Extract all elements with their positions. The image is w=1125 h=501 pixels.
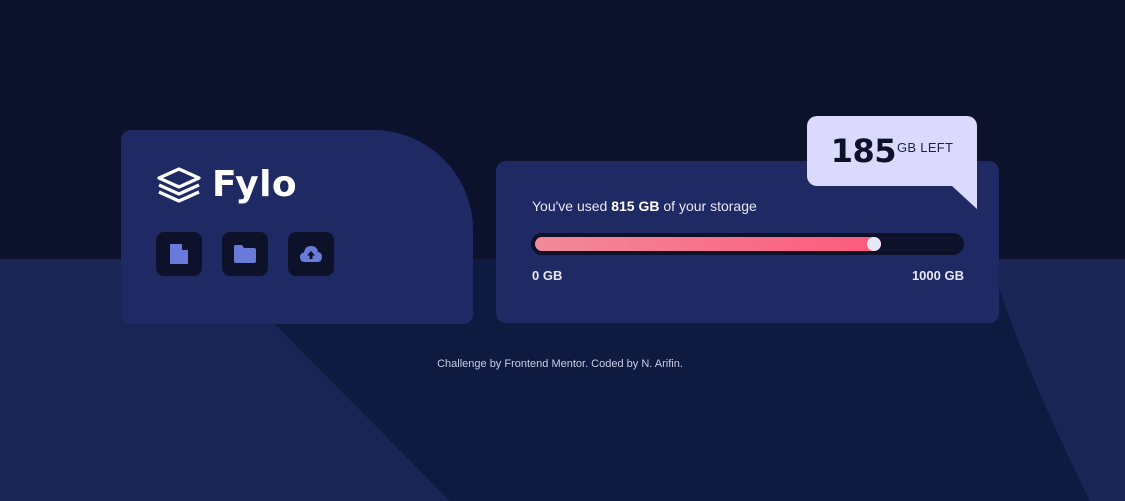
upload-button[interactable] bbox=[288, 232, 334, 276]
usage-prefix: You've used bbox=[532, 198, 612, 214]
document-button[interactable] bbox=[156, 232, 202, 276]
fylo-layers-icon bbox=[157, 166, 201, 203]
usage-suffix: of your storage bbox=[659, 198, 757, 214]
meter-knob[interactable] bbox=[867, 237, 881, 251]
action-icons bbox=[156, 232, 334, 276]
folder-icon bbox=[234, 245, 256, 263]
brand-name: Fylo bbox=[212, 164, 298, 205]
folder-button[interactable] bbox=[222, 232, 268, 276]
used-amount: 815 GB bbox=[611, 198, 660, 214]
attribution: Challenge by Frontend Mentor. Coded by N… bbox=[437, 358, 683, 370]
storage-left-callout: 185 GB LEFT bbox=[807, 116, 977, 186]
logo-card: Fylo bbox=[121, 130, 473, 324]
usage-text: You've used 815 GB of your storage bbox=[532, 198, 757, 214]
upload-icon bbox=[300, 246, 322, 262]
brand: Fylo bbox=[156, 164, 297, 205]
document-icon bbox=[170, 244, 188, 264]
meter-fill bbox=[535, 237, 881, 251]
storage-meter bbox=[531, 233, 964, 255]
scale-min-label: 0 GB bbox=[532, 268, 563, 283]
storage-left-unit: GB LEFT bbox=[897, 139, 954, 155]
callout-tail bbox=[952, 186, 977, 209]
storage-left-value: 185 bbox=[830, 132, 897, 170]
scale-max-label: 1000 GB bbox=[911, 268, 964, 283]
